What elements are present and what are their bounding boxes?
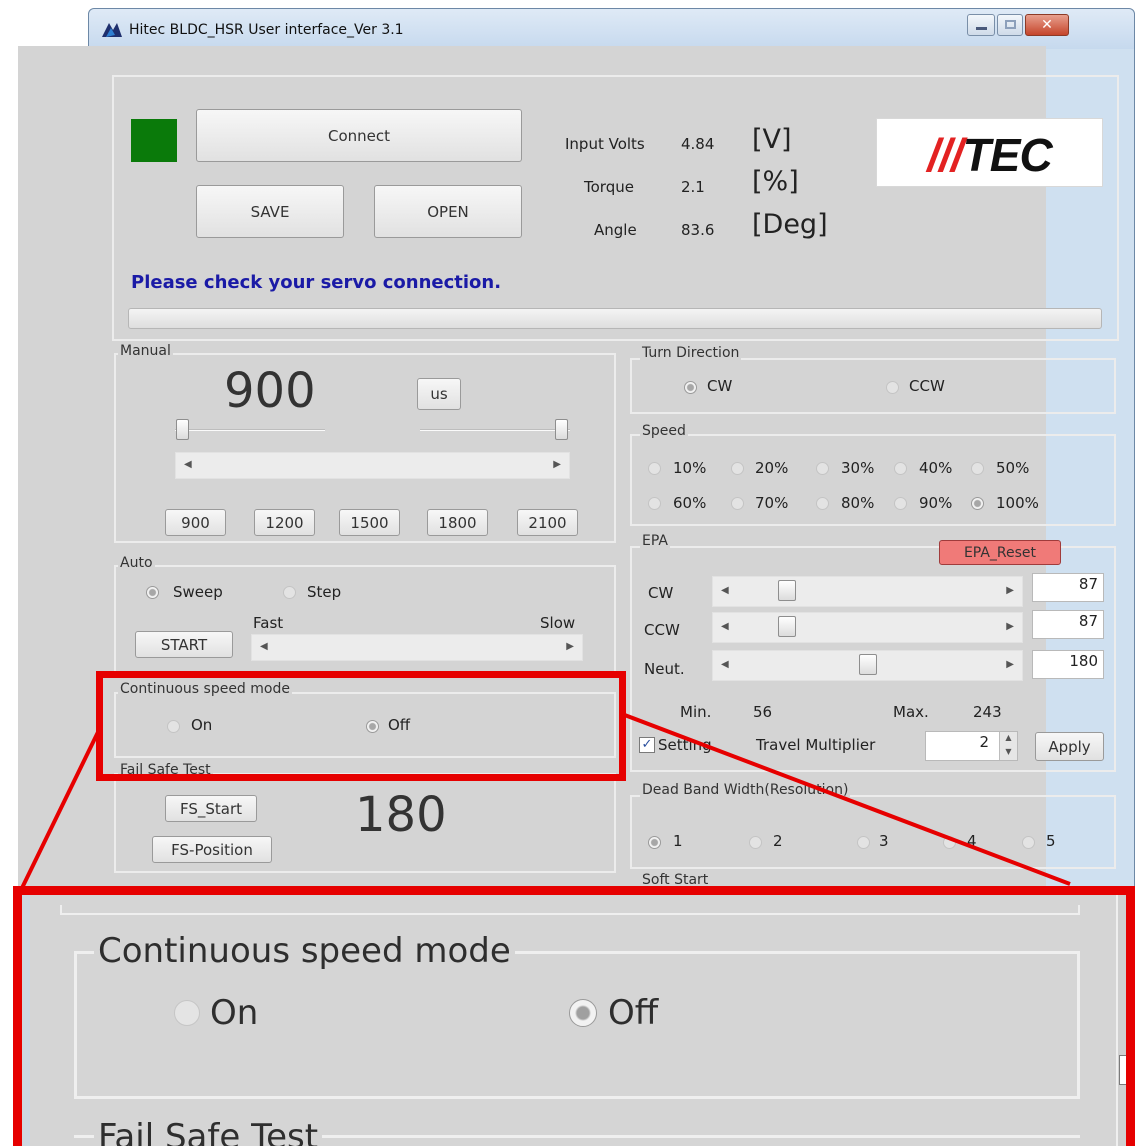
zoom-inset: Continuous speed mode On Off Fail Safe T… [13, 886, 1135, 1146]
zoom-on-label: On [210, 993, 259, 1033]
zoom-off-radio [569, 999, 597, 1027]
zoom-checkbox-fragment [1119, 1055, 1126, 1085]
zoom-continuous-legend: Continuous speed mode [94, 931, 515, 971]
zoom-right-edge [1116, 895, 1126, 1146]
zoom-on-radio [174, 1000, 200, 1026]
callout-line-right [621, 712, 1071, 886]
zoom-off-label: Off [608, 993, 659, 1033]
zoom-failsafe-legend: Fail Safe Test [94, 1117, 323, 1146]
zoom-upper-panel-edge [60, 905, 1080, 915]
zoom-window-edge [22, 895, 30, 1146]
callout-line-left [20, 727, 102, 889]
